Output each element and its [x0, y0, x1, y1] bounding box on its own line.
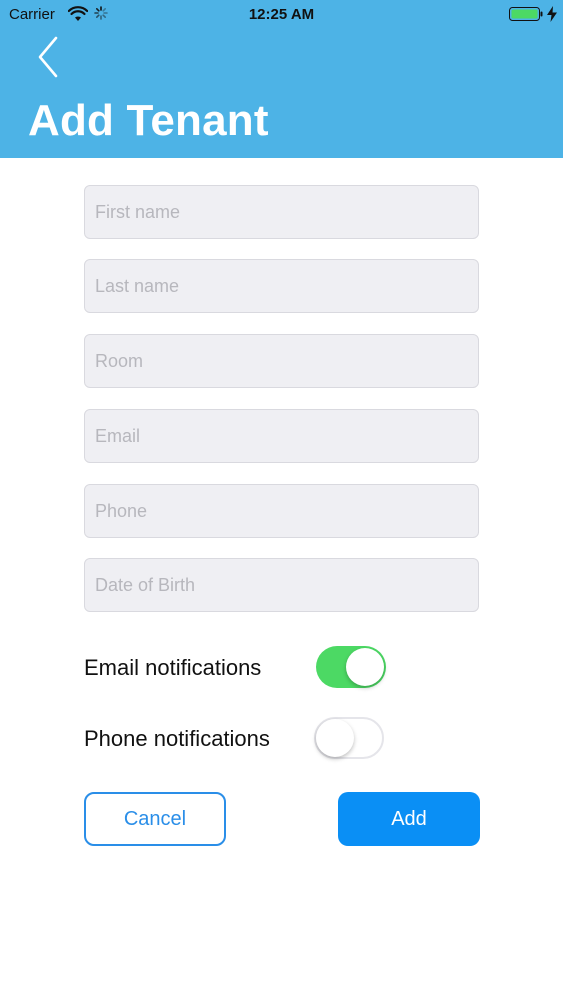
phone-field[interactable]: [84, 484, 479, 538]
date-of-birth-field[interactable]: [84, 558, 479, 612]
room-field[interactable]: [84, 334, 479, 388]
back-button[interactable]: [34, 34, 62, 80]
status-bar: Carrier 12:25 AM: [0, 0, 563, 30]
toggle-knob: [346, 648, 384, 686]
first-name-field[interactable]: [84, 185, 479, 239]
phone-notifications-toggle[interactable]: [314, 717, 384, 759]
battery-icon: [509, 7, 543, 21]
page-title: Add Tenant: [28, 96, 269, 145]
bolt-icon: [547, 6, 557, 22]
last-name-field[interactable]: [84, 259, 479, 313]
add-button[interactable]: Add: [338, 792, 480, 846]
chevron-left-icon: [38, 36, 58, 78]
email-field[interactable]: [84, 409, 479, 463]
status-time: 12:25 AM: [248, 6, 315, 23]
email-notifications-label: Email notifications: [84, 655, 262, 680]
phone-notifications-label: Phone notifications: [84, 726, 270, 751]
email-notifications-toggle[interactable]: [316, 646, 386, 688]
toggle-knob: [316, 719, 354, 757]
cancel-button[interactable]: Cancel: [84, 792, 226, 846]
